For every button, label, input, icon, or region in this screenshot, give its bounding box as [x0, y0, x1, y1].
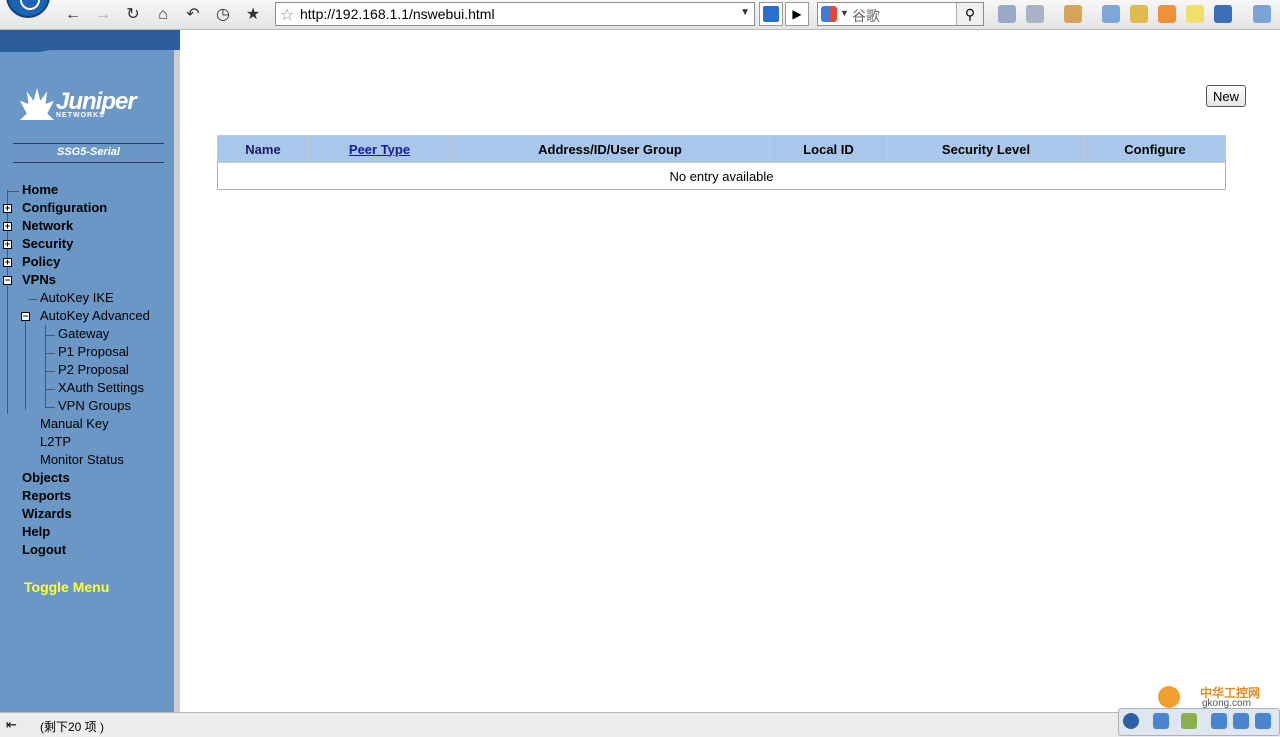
skin-icon[interactable] [1214, 5, 1232, 23]
screenshot-camera-icon[interactable] [1026, 5, 1044, 23]
download-icon[interactable] [1253, 5, 1271, 23]
tree-line [28, 299, 37, 300]
search-icon[interactable]: ⚲ [956, 3, 983, 25]
tree-line [45, 371, 55, 372]
translate-icon[interactable] [1064, 5, 1082, 23]
column-peer-type[interactable]: Peer Type [308, 135, 451, 163]
search-engine-dropdown-icon[interactable]: ▼ [840, 8, 849, 18]
nav-wizards[interactable]: Wizards [22, 506, 72, 521]
divider [13, 143, 164, 144]
expand-policy-icon[interactable]: + [3, 258, 12, 267]
compat-mode-icon[interactable] [759, 2, 783, 26]
forward-arrow-icon[interactable]: → [92, 4, 114, 26]
column-address: Address/ID/User Group [450, 135, 770, 163]
nav-gateway[interactable]: Gateway [58, 326, 109, 341]
address-bar-url[interactable]: http://192.168.1.1/nswebui.html [300, 6, 495, 22]
settings-gear-icon[interactable] [1255, 713, 1271, 729]
collapse-autokey-advanced-icon[interactable]: − [21, 312, 30, 321]
status-bar: ⇤ (剩下20 项 ) [0, 712, 1280, 737]
column-configure: Configure [1084, 135, 1226, 163]
tree-line [45, 407, 55, 408]
nav-network[interactable]: Network [22, 218, 73, 233]
expand-configuration-icon[interactable]: + [3, 204, 12, 213]
tree-line [7, 286, 8, 414]
gear-icon [1158, 686, 1180, 708]
browser-toolbar: ← → ↻ ⌂ ↶ ◷ ★ ☆ http://192.168.1.1/nsweb… [0, 0, 1280, 30]
juniper-flame-icon [20, 88, 54, 120]
divider [13, 162, 164, 163]
device-model: SSG5-Serial [57, 146, 120, 158]
status-text: (剩下20 项 ) [40, 720, 105, 734]
nav-autokey-ike[interactable]: AutoKey IKE [40, 290, 114, 305]
nav-vpn-groups[interactable]: VPN Groups [58, 398, 131, 413]
table-row: No entry available [217, 162, 1226, 190]
nav-p2-proposal[interactable]: P2 Proposal [58, 362, 129, 377]
column-name[interactable]: Name [217, 135, 309, 163]
nav-home[interactable]: Home [22, 182, 58, 197]
zoom-icon[interactable] [1102, 5, 1120, 23]
search-box[interactable]: ▼ 谷歌 ⚲ [817, 2, 984, 26]
sidebar-toggle-icon[interactable]: ⇤ [6, 717, 17, 733]
ime-tray [1118, 708, 1280, 736]
address-bar[interactable]: ☆ http://192.168.1.1/nswebui.html ▼ [275, 2, 755, 26]
nav-configuration[interactable]: Configuration [22, 200, 107, 215]
rss-feed-icon[interactable] [1158, 5, 1176, 23]
expand-security-icon[interactable]: + [3, 240, 12, 249]
nav-help[interactable]: Help [22, 524, 50, 539]
nav-policy[interactable]: Policy [22, 254, 60, 269]
edit-tool-icon[interactable] [998, 5, 1016, 23]
reload-icon[interactable]: ↻ [122, 4, 144, 26]
table-header-row: Name Peer Type Address/ID/User Group Loc… [217, 135, 1226, 163]
nav-vpns[interactable]: VPNs [22, 272, 56, 287]
browser-logo-icon[interactable] [6, 0, 50, 18]
column-security-level: Security Level [887, 135, 1085, 163]
search-input[interactable]: 谷歌 [852, 6, 880, 26]
column-peer-type-link[interactable]: Peer Type [349, 142, 410, 157]
column-local-id: Local ID [769, 135, 888, 163]
brand-sub: NETWORKS [56, 112, 105, 119]
ime-punct-icon[interactable] [1181, 713, 1197, 729]
toggle-menu-link[interactable]: Toggle Menu [24, 579, 109, 595]
nav-manual-key[interactable]: Manual Key [40, 416, 109, 431]
tree-line [7, 191, 19, 192]
tree-line [45, 325, 46, 408]
nav-p1-proposal[interactable]: P1 Proposal [58, 344, 129, 359]
expand-network-icon[interactable]: + [3, 222, 12, 231]
history-clock-icon[interactable]: ◷ [212, 4, 234, 26]
address-dropdown-icon[interactable]: ▼ [740, 7, 750, 18]
tree-line [25, 320, 26, 410]
nav-security[interactable]: Security [22, 236, 73, 251]
nav-logout[interactable]: Logout [22, 542, 66, 557]
undo-icon[interactable]: ↶ [182, 4, 204, 26]
juniper-logo: Juniper NETWORKS [20, 88, 160, 124]
keyboard-icon[interactable] [1211, 713, 1227, 729]
gateway-table: Name Peer Type Address/ID/User Group Loc… [217, 135, 1226, 190]
ime-logo-icon[interactable] [1123, 713, 1139, 729]
search-engine-icon[interactable] [821, 6, 837, 22]
highlighter-icon[interactable] [1130, 5, 1148, 23]
tree-line [45, 389, 55, 390]
empty-message: No entry available [217, 162, 1226, 190]
watermark-logo: 中华工控网 gkong.com [1140, 670, 1280, 710]
nav-objects[interactable]: Objects [22, 470, 70, 485]
notes-icon[interactable] [1186, 5, 1204, 23]
nav-autokey-advanced[interactable]: AutoKey Advanced [40, 308, 150, 323]
tree-line [45, 353, 55, 354]
tree-line [45, 335, 55, 336]
nav-xauth-settings[interactable]: XAuth Settings [58, 380, 144, 395]
sidebar-top-tab [0, 30, 180, 52]
home-icon[interactable]: ⌂ [152, 4, 174, 26]
new-button[interactable]: New [1206, 85, 1246, 107]
go-play-icon[interactable]: ▶ [785, 2, 809, 26]
favorite-star-icon[interactable]: ☆ [280, 5, 294, 25]
collapse-vpns-icon[interactable]: − [3, 276, 12, 285]
back-arrow-icon[interactable]: ← [62, 4, 84, 26]
nav-l2tp[interactable]: L2TP [40, 434, 71, 449]
microphone-icon[interactable] [1233, 713, 1249, 729]
nav-reports[interactable]: Reports [22, 488, 71, 503]
ime-chinese-icon[interactable] [1153, 713, 1169, 729]
nav-monitor-status[interactable]: Monitor Status [40, 452, 124, 467]
bookmark-star-icon[interactable]: ★ [242, 4, 264, 26]
